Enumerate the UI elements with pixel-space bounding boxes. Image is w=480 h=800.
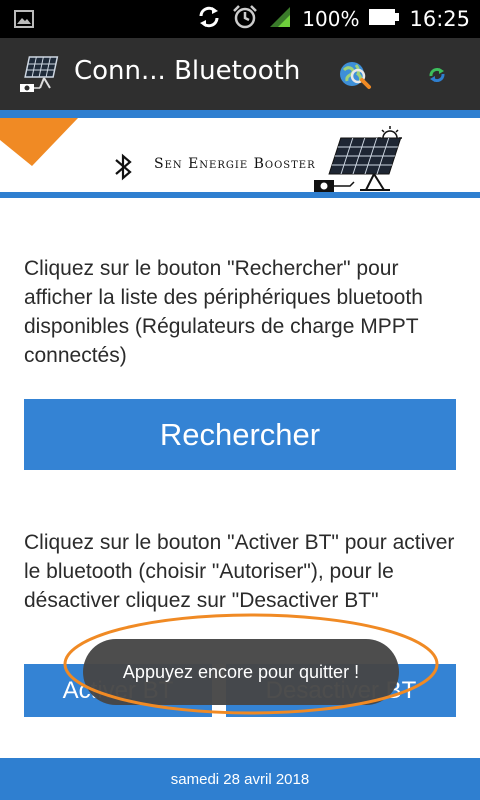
solar-panel-app-icon[interactable] bbox=[18, 54, 60, 98]
orange-accent-shape bbox=[0, 118, 78, 166]
banner-panel: Sen Energie Booster bbox=[0, 118, 480, 192]
image-icon bbox=[14, 9, 34, 33]
status-bar: 100% 16:25 bbox=[0, 0, 480, 38]
action-bar: Conn... Bluetooth bbox=[0, 38, 480, 110]
search-globe-icon[interactable] bbox=[338, 60, 372, 94]
refresh-icon[interactable] bbox=[428, 66, 446, 88]
signal-icon bbox=[268, 5, 292, 33]
battery-percent: 100% bbox=[302, 7, 360, 31]
clock: 16:25 bbox=[409, 7, 470, 31]
battery-icon bbox=[369, 8, 400, 30]
date-footer: samedi 28 avril 2018 bbox=[0, 758, 480, 800]
brand-banner: Sen Energie Booster bbox=[0, 110, 480, 198]
brand-name: Sen Energie Booster bbox=[154, 156, 316, 172]
search-instructions: Cliquez sur le bouton "Rechercher" pour … bbox=[24, 257, 423, 367]
exit-toast: Appuyez encore pour quitter ! bbox=[83, 639, 399, 705]
alarm-icon bbox=[232, 4, 258, 34]
bluetooth-icon bbox=[115, 153, 132, 181]
sync-icon bbox=[196, 4, 222, 34]
bluetooth-instructions: Cliquez sur le bouton "Activer BT" pour … bbox=[24, 531, 455, 612]
solar-panel-logo bbox=[314, 126, 402, 192]
page-title: Conn... Bluetooth bbox=[74, 56, 301, 86]
search-button[interactable]: Rechercher bbox=[24, 399, 456, 470]
